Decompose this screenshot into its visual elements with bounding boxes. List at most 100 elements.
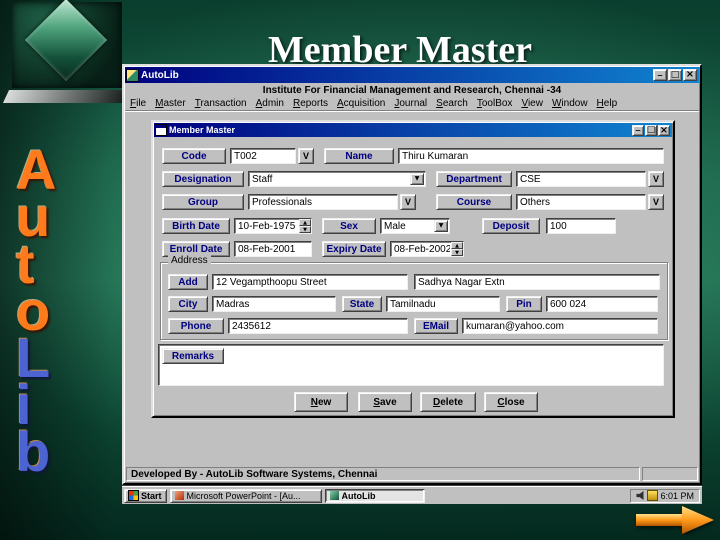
start-label: Start xyxy=(141,490,162,501)
menu-file[interactable]: File xyxy=(130,98,146,109)
delete-button-label: Delete xyxy=(432,396,464,408)
menu-window[interactable]: Window xyxy=(552,98,588,109)
menu-help[interactable]: Help xyxy=(597,98,618,109)
course-v-button[interactable]: V xyxy=(648,194,664,210)
menu-toolbox[interactable]: ToolBox xyxy=(477,98,513,109)
next-arrow[interactable] xyxy=(636,506,714,534)
volume-icon[interactable] xyxy=(636,491,644,500)
form-window-controls xyxy=(632,124,670,136)
phone-label: Phone xyxy=(168,318,224,334)
minimize-button[interactable] xyxy=(653,69,667,81)
close-window-button[interactable] xyxy=(683,69,697,81)
city-input[interactable] xyxy=(212,296,336,312)
task-autolib[interactable]: AutoLib xyxy=(324,488,425,503)
sex-dropdown-button[interactable] xyxy=(434,220,448,232)
department-input[interactable] xyxy=(516,171,646,187)
spinner-down-icon[interactable] xyxy=(299,226,311,233)
system-tray: 6:01 PM xyxy=(630,488,700,503)
menu-admin[interactable]: Admin xyxy=(256,98,284,109)
city-label: City xyxy=(168,296,208,312)
menu-transaction[interactable]: Transaction xyxy=(195,98,247,109)
close-button[interactable]: Close xyxy=(484,392,538,412)
brand-letter: b xyxy=(16,420,51,483)
group-input[interactable] xyxy=(248,194,398,210)
app-titlebar[interactable]: AutoLib xyxy=(125,67,699,83)
form-titlebar[interactable]: Member Master xyxy=(154,123,672,137)
save-button-label: Save xyxy=(373,396,397,408)
start-button[interactable]: Start xyxy=(124,488,167,503)
spinner-up-icon[interactable] xyxy=(299,219,311,226)
remarks-box[interactable] xyxy=(158,344,664,386)
maximize-button[interactable] xyxy=(668,69,682,81)
brand-vertical-text: A u t o L i b xyxy=(16,142,112,483)
task-powerpoint-label: Microsoft PowerPoint - [Au... xyxy=(186,490,301,501)
spinner-down-icon[interactable] xyxy=(451,249,463,256)
client-area: Member Master Code V Name Designat xyxy=(125,112,699,464)
group-label: Group xyxy=(162,194,244,210)
pin-input[interactable] xyxy=(546,296,658,312)
menu-view[interactable]: View xyxy=(521,98,543,109)
save-button[interactable]: Save xyxy=(358,392,412,412)
logo-swoosh xyxy=(2,90,132,103)
birth-date-label: Birth Date xyxy=(162,218,230,234)
deposit-input[interactable] xyxy=(546,218,616,234)
delete-button[interactable]: Delete xyxy=(420,392,476,412)
enroll-date-input[interactable] xyxy=(234,241,312,257)
app-window: AutoLib Institute For Financial Manageme… xyxy=(122,64,702,485)
designation-label: Designation xyxy=(162,171,244,187)
new-button[interactable]: New xyxy=(294,392,348,412)
address-line2-input[interactable] xyxy=(414,274,660,290)
close-button-label: Close xyxy=(497,396,525,408)
menu-reports[interactable]: Reports xyxy=(293,98,328,109)
task-powerpoint[interactable]: Microsoft PowerPoint - [Au... xyxy=(169,488,322,503)
deposit-label: Deposit xyxy=(482,218,540,234)
app-icon xyxy=(127,69,138,81)
window-controls xyxy=(653,69,697,81)
code-input[interactable] xyxy=(230,148,296,164)
menu-journal[interactable]: Journal xyxy=(394,98,427,109)
address-label: Add xyxy=(168,274,208,290)
menu-search[interactable]: Search xyxy=(436,98,468,109)
form-minimize-button[interactable] xyxy=(632,124,644,136)
autolib-icon xyxy=(329,491,339,500)
powerpoint-icon xyxy=(174,491,184,500)
email-input[interactable] xyxy=(462,318,658,334)
designation-combo[interactable]: Staff xyxy=(248,171,426,187)
slide: Member Master A u t o L i b AutoLib Inst… xyxy=(0,0,720,540)
department-v-button[interactable]: V xyxy=(648,171,664,187)
group-v-button[interactable]: V xyxy=(400,194,416,210)
status-bar: Developed By - AutoLib Software Systems,… xyxy=(125,466,699,482)
form-body: Code V Name Designation Staff Department… xyxy=(154,138,672,415)
sex-value: Male xyxy=(384,220,406,232)
name-input[interactable] xyxy=(398,148,664,164)
org-line: Institute For Financial Management and R… xyxy=(262,85,562,96)
form-maximize-button[interactable] xyxy=(645,124,657,136)
form-close-window-button[interactable] xyxy=(658,124,670,136)
spinner-up-icon[interactable] xyxy=(451,242,463,249)
course-input[interactable] xyxy=(516,194,646,210)
sex-combo[interactable]: Male xyxy=(380,218,450,234)
pin-label: Pin xyxy=(506,296,542,312)
course-label: Course xyxy=(436,194,512,210)
status-panel-right xyxy=(642,467,698,481)
address-line1-input[interactable] xyxy=(212,274,408,290)
phone-input[interactable] xyxy=(228,318,408,334)
address-group-label: Address xyxy=(168,255,211,266)
state-input[interactable] xyxy=(386,296,500,312)
task-autolib-label: AutoLib xyxy=(341,490,376,501)
member-master-window: Member Master Code V Name Designat xyxy=(151,120,675,418)
autolib-logo xyxy=(2,0,132,108)
expiry-date-spinner[interactable] xyxy=(451,242,463,256)
tray-status-icon[interactable] xyxy=(648,491,658,500)
menu-acquisition[interactable]: Acquisition xyxy=(337,98,385,109)
designation-dropdown-button[interactable] xyxy=(410,173,424,185)
name-label: Name xyxy=(324,148,394,164)
menu-master[interactable]: Master xyxy=(155,98,186,109)
code-v-button[interactable]: V xyxy=(298,148,314,164)
remarks-label: Remarks xyxy=(162,348,224,364)
email-label: EMail xyxy=(414,318,458,334)
birth-date-spinner[interactable] xyxy=(299,219,311,233)
designation-value: Staff xyxy=(252,173,273,185)
tray-clock: 6:01 PM xyxy=(660,490,694,501)
arrow-shaft xyxy=(636,514,684,526)
